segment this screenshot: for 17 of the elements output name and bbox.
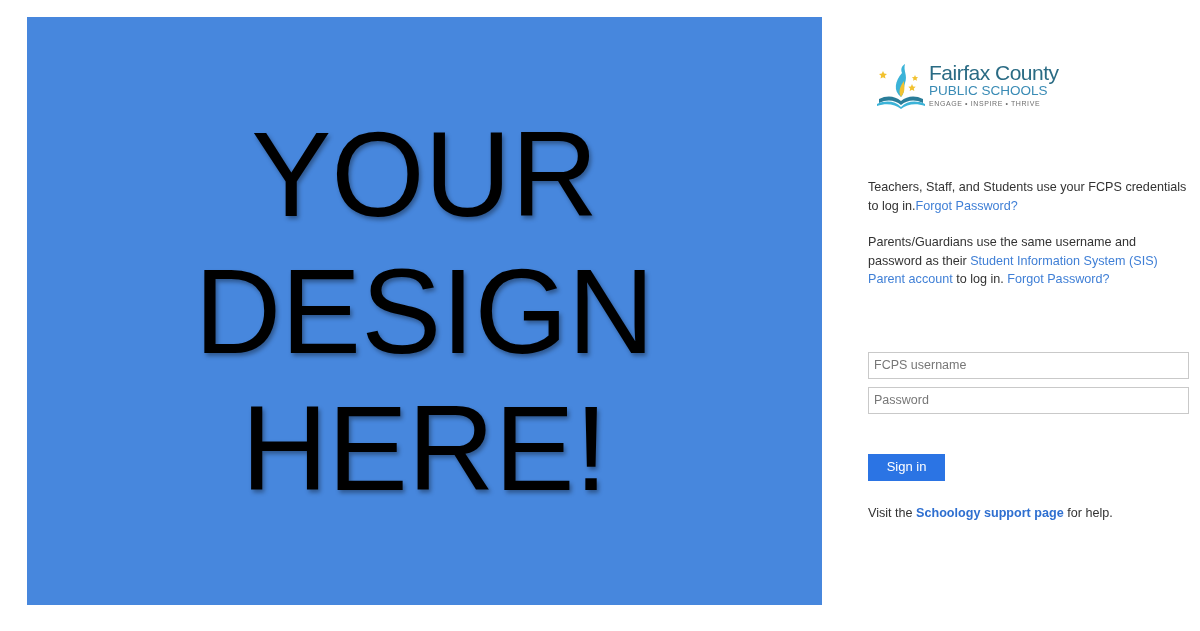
logo-title: Fairfax County (929, 62, 1059, 84)
login-field[interactable]: Password (868, 386, 1189, 414)
logo-subtitle: PUBLIC SCHOOLS (929, 84, 1048, 98)
support-link[interactable]: Schoology support page (916, 505, 1064, 520)
hero-text-line: DESIGN (194, 242, 655, 380)
text-link[interactable]: Student Information System (SIS) (970, 253, 1158, 268)
text-link[interactable]: Parent account (868, 272, 953, 286)
instruction-text: Teachers, Staff, and Students use your FCPS credentials to log in.Forgot Password? (868, 179, 1188, 215)
text-link[interactable]: Forgot Password? (1007, 272, 1110, 286)
text-link[interactable]: Forgot Password? (915, 198, 1018, 213)
hero-text-line: HERE! (241, 379, 608, 517)
login-field[interactable]: FCPS username (868, 351, 1189, 379)
sign-in-button[interactable]: Sign in (868, 453, 945, 481)
instruction-text: Parents/Guardians use the same username and password as their Student Information System (SIS) Parent account to log in. Forgot Password? (868, 234, 1159, 288)
logo-emblem-icon (875, 63, 927, 109)
hero-text-line: YOUR (251, 105, 598, 243)
help-text: Visit the Schoology support page for help. (868, 504, 1114, 522)
